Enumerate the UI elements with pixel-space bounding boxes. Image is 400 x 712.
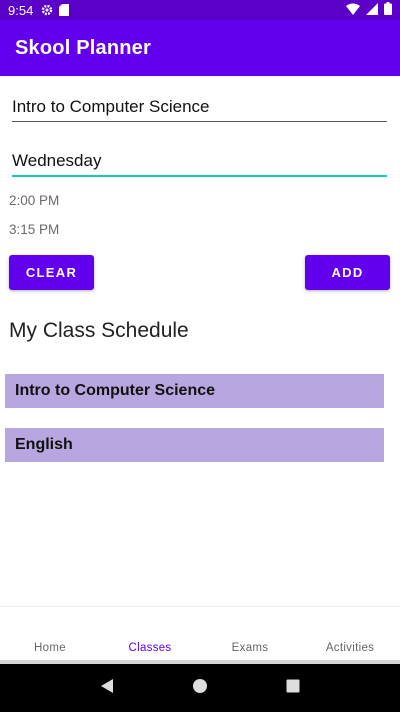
nav-classes[interactable]: Classes — [100, 642, 200, 654]
nav-activities[interactable]: Activities — [300, 642, 400, 654]
settings-icon — [41, 4, 53, 16]
schedule-title: My Class Schedule — [9, 319, 189, 342]
start-time-picker[interactable]: 2:00 PM — [9, 193, 59, 208]
status-bar: 9:54 — [0, 0, 400, 20]
signal-icon — [366, 2, 378, 18]
home-icon[interactable] — [192, 678, 208, 699]
nav-exams[interactable]: Exams — [200, 642, 300, 654]
schedule-item[interactable]: English — [5, 428, 384, 462]
schedule-item[interactable]: Intro to Computer Science — [5, 374, 384, 408]
wifi-icon — [346, 3, 360, 18]
clear-button[interactable]: CLEAR — [9, 255, 94, 290]
recents-icon[interactable] — [285, 678, 301, 699]
day-input[interactable]: Wednesday — [12, 151, 387, 177]
sd-card-icon — [59, 4, 70, 16]
back-icon[interactable] — [99, 678, 115, 699]
bottom-navigation: Home Classes Exams Activities — [0, 606, 400, 662]
nav-home[interactable]: Home — [0, 642, 100, 654]
add-button[interactable]: ADD — [305, 255, 390, 290]
class-name-input[interactable]: Intro to Computer Science — [12, 97, 387, 122]
app-title: Skool Planner — [15, 36, 151, 59]
system-navigation-bar — [0, 664, 400, 712]
battery-icon — [384, 2, 392, 18]
status-time: 9:54 — [8, 2, 34, 18]
end-time-picker[interactable]: 3:15 PM — [9, 222, 59, 237]
app-bar: Skool Planner — [0, 20, 400, 76]
